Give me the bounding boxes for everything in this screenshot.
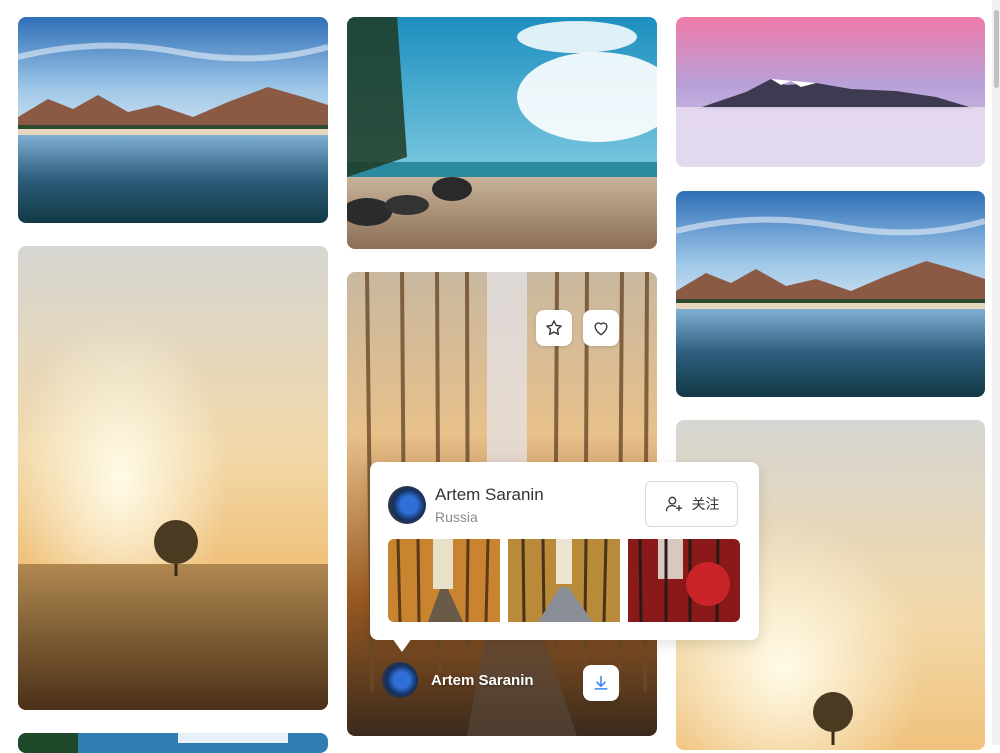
card-author[interactable]: Artem Saranin: [382, 662, 534, 698]
download-button[interactable]: [583, 665, 619, 701]
star-icon: [546, 320, 562, 336]
photo-card-sunrise-field-1[interactable]: [18, 246, 328, 710]
avatar[interactable]: [388, 486, 426, 524]
photo-card-snow-peaks[interactable]: [676, 17, 985, 167]
photo-card-mountain-lake-1[interactable]: [18, 17, 328, 223]
scrollbar-thumb[interactable]: [994, 10, 999, 88]
author-popover: Artem Saranin Russia 关注: [370, 462, 759, 640]
avatar[interactable]: [382, 662, 418, 698]
photo-card-mountain-lake-2[interactable]: [676, 191, 985, 397]
author-name[interactable]: Artem Saranin: [431, 672, 534, 689]
like-button[interactable]: [583, 310, 619, 346]
follow-label: 关注: [691, 496, 720, 512]
photo-card-tropical-beach[interactable]: [347, 17, 657, 249]
popover-author-name[interactable]: Artem Saranin: [435, 485, 544, 505]
heart-icon: [594, 322, 608, 336]
download-icon: [594, 675, 608, 690]
popover-arrow: [392, 638, 412, 652]
author-location: Russia: [435, 509, 478, 525]
thumb-red-forest[interactable]: [628, 539, 740, 622]
favorite-button[interactable]: [536, 310, 572, 346]
thumb-forest-road-1[interactable]: [388, 539, 500, 622]
add-user-icon: [665, 496, 682, 512]
thumb-forest-road-2[interactable]: [508, 539, 620, 622]
scrollbar-track[interactable]: [992, 0, 1000, 745]
photo-card-beach-partial[interactable]: [18, 733, 328, 753]
follow-button[interactable]: 关注: [645, 481, 738, 527]
